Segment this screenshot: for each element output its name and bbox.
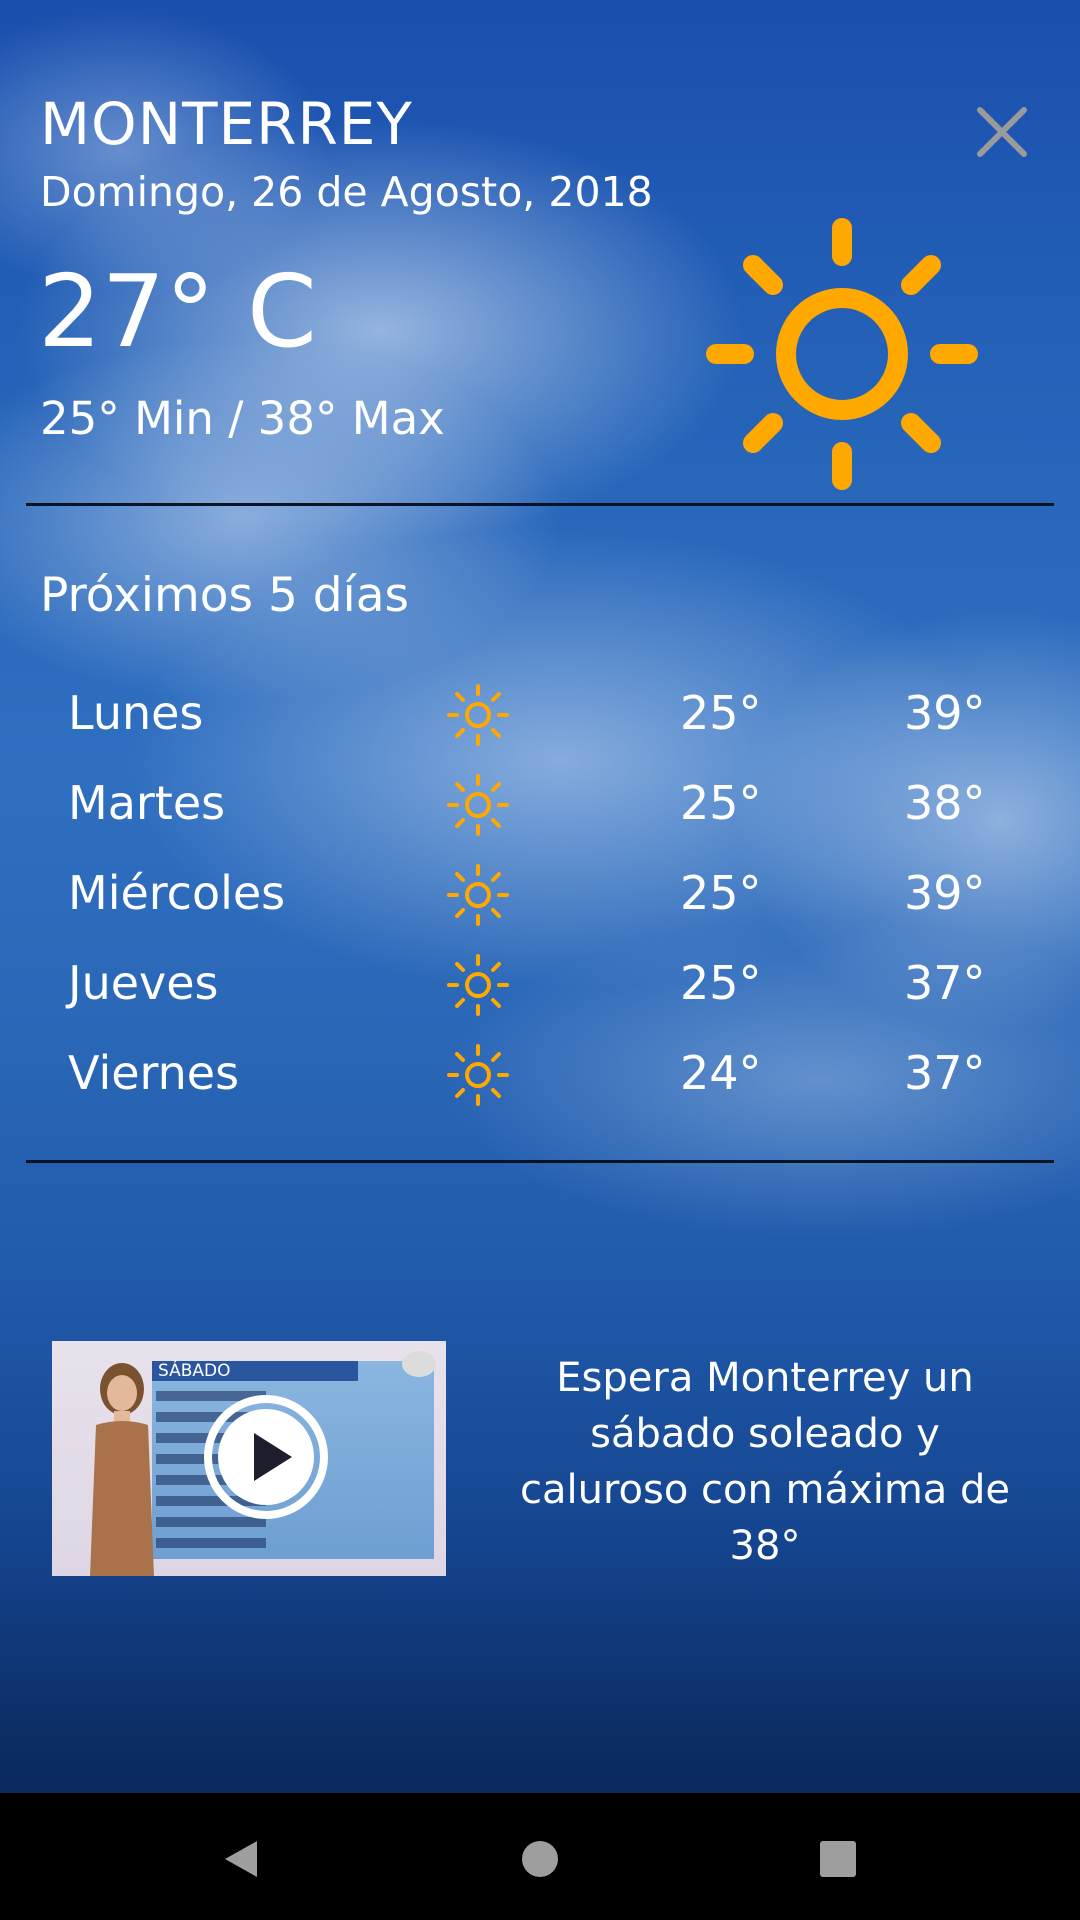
forecast-min: 25° — [680, 686, 762, 740]
presenter-image — [90, 1363, 154, 1576]
forecast-row: Jueves 25° 37° — [0, 942, 1080, 1032]
forecast-max: 37° — [904, 956, 986, 1010]
current-date: Domingo, 26 de Agosto, 2018 — [40, 168, 653, 216]
forecast-day: Viernes — [68, 1046, 240, 1100]
forecast-min: 24° — [680, 1046, 762, 1100]
forecast-row: Martes 25° 38° — [0, 762, 1080, 852]
close-button[interactable] — [968, 98, 1036, 166]
sun-icon — [447, 774, 509, 836]
forecast-min: 25° — [680, 866, 762, 920]
sun-icon — [447, 1044, 509, 1106]
home-button[interactable] — [510, 1829, 570, 1889]
close-icon — [977, 107, 1027, 157]
forecast-max: 37° — [904, 1046, 986, 1100]
thumbnail-heading: SÁBADO — [152, 1361, 358, 1381]
current-temperature: 27° C — [38, 253, 317, 370]
back-triangle-icon — [225, 1841, 257, 1877]
recents-button[interactable] — [808, 1829, 868, 1889]
navigation-bar — [0, 1793, 1080, 1920]
sun-icon — [706, 218, 978, 490]
forecast-row: Lunes 25° 39° — [0, 672, 1080, 762]
sun-icon — [447, 954, 509, 1016]
home-circle-icon — [522, 1841, 558, 1877]
channel-logo — [402, 1351, 436, 1377]
divider — [26, 1160, 1054, 1163]
forecast-max: 38° — [904, 776, 986, 830]
weather-screen: MONTERREY Domingo, 26 de Agosto, 2018 27… — [0, 0, 1080, 1920]
divider — [26, 503, 1054, 506]
forecast-day: Jueves — [68, 956, 219, 1010]
forecast-row: Miércoles 25° 39° — [0, 852, 1080, 942]
video-caption[interactable]: Espera Monterrey un sábado soleado y cal… — [500, 1350, 1030, 1574]
video-thumbnail[interactable]: SÁBADO — [52, 1341, 446, 1576]
forecast-max: 39° — [904, 866, 986, 920]
forecast-day: Lunes — [68, 686, 204, 740]
forecast-row: Viernes 24° 37° — [0, 1032, 1080, 1122]
sun-icon — [447, 864, 509, 926]
forecast-day: Miércoles — [68, 866, 286, 920]
forecast-max: 39° — [904, 686, 986, 740]
forecast-min: 25° — [680, 956, 762, 1010]
forecast-min: 25° — [680, 776, 762, 830]
back-button[interactable] — [211, 1829, 271, 1889]
recents-square-icon — [820, 1841, 856, 1877]
city-name: MONTERREY — [40, 90, 413, 158]
sun-icon — [447, 684, 509, 746]
play-icon[interactable] — [202, 1393, 330, 1521]
forecast-title: Próximos 5 días — [40, 568, 409, 623]
min-max-temperature: 25° Min / 38° Max — [40, 392, 445, 445]
forecast-day: Martes — [68, 776, 226, 830]
forecast-list: Lunes 25° 39° Martes 25° 38° Miércoles 2… — [0, 672, 1080, 1122]
